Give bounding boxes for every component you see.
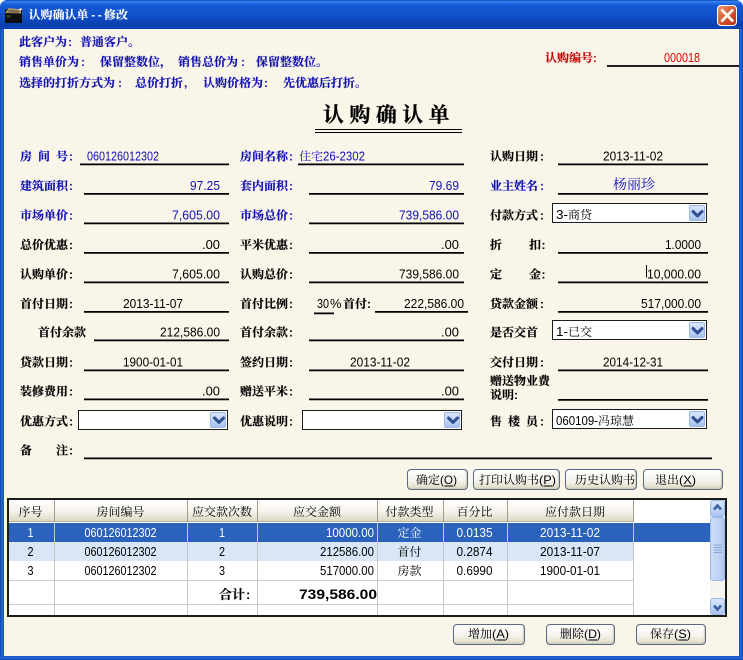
svg-text:1: 1 (219, 525, 225, 540)
svg-text:10000.00: 10000.00 (326, 525, 374, 540)
svg-text::: : (540, 415, 544, 429)
svg-text:(A): (A) (492, 627, 509, 641)
svg-text:2: 2 (219, 544, 225, 559)
svg-text:97.25: 97.25 (190, 178, 220, 193)
svg-text:060126012302: 060126012302 (87, 149, 159, 164)
svg-text:1900-01-01: 1900-01-01 (123, 355, 183, 370)
svg-text:2013-11-07: 2013-11-07 (123, 296, 183, 311)
svg-text:060126012302: 060126012302 (85, 544, 157, 559)
svg-text::: : (289, 209, 293, 223)
svg-text::: : (69, 209, 73, 223)
svg-text::: : (69, 415, 73, 429)
svg-text::: : (289, 415, 293, 429)
svg-text::: : (289, 268, 293, 282)
svg-text::: : (264, 76, 268, 90)
svg-text:3: 3 (219, 563, 225, 578)
svg-text:79.69: 79.69 (429, 178, 459, 193)
svg-text:--: -- (90, 9, 103, 23)
svg-text::: : (289, 356, 293, 370)
svg-text:2013-11-02: 2013-11-02 (350, 355, 410, 370)
svg-text::: : (367, 297, 371, 311)
svg-text:517000.00: 517000.00 (320, 563, 374, 578)
svg-text::: : (69, 356, 73, 370)
svg-text:739,586.00: 739,586.00 (399, 208, 459, 223)
svg-text:.00: .00 (202, 384, 220, 399)
svg-text:739,586.00: 739,586.00 (299, 586, 377, 602)
svg-text::: : (593, 51, 597, 65)
svg-text::: : (540, 297, 544, 311)
svg-text:30: 30 (317, 296, 329, 311)
svg-text:7,605.00: 7,605.00 (172, 208, 220, 223)
svg-text:222,586.00: 222,586.00 (404, 296, 464, 311)
svg-text:1.0000: 1.0000 (665, 237, 701, 252)
svg-text::: : (69, 297, 73, 311)
svg-text::: : (69, 385, 73, 399)
svg-text::: : (69, 179, 73, 193)
svg-text:1: 1 (28, 525, 34, 540)
svg-text:212,586.00: 212,586.00 (160, 325, 220, 340)
svg-text:%: % (330, 296, 342, 311)
svg-text:(S): (S) (674, 627, 691, 641)
svg-text:(D): (D) (584, 627, 601, 641)
svg-text:212586.00: 212586.00 (320, 544, 374, 559)
svg-text:1900-01-01: 1900-01-01 (540, 563, 600, 578)
svg-text::: : (81, 55, 85, 69)
svg-text:1-: 1- (556, 324, 568, 339)
svg-text::: : (540, 209, 544, 223)
svg-text::: : (542, 238, 546, 252)
svg-text:517,000.00: 517,000.00 (641, 296, 701, 311)
svg-text:060126012302: 060126012302 (85, 563, 157, 578)
svg-text:0.6990: 0.6990 (457, 563, 493, 578)
svg-text:2013-11-02: 2013-11-02 (540, 525, 600, 540)
svg-text:26-2302: 26-2302 (323, 149, 365, 164)
svg-text::: : (289, 297, 293, 311)
svg-text:(P): (P) (539, 473, 556, 487)
svg-text::: : (540, 150, 544, 164)
svg-text::: : (289, 385, 293, 399)
svg-text:3: 3 (28, 563, 34, 578)
svg-text:060126012302: 060126012302 (85, 525, 157, 540)
svg-text::: : (542, 268, 546, 282)
svg-text:(O): (O) (440, 473, 457, 487)
svg-text::: : (289, 150, 293, 164)
svg-text::: : (68, 35, 72, 49)
svg-text:2013-11-07: 2013-11-07 (540, 544, 600, 559)
svg-text:.00: .00 (441, 384, 459, 399)
svg-text::: : (289, 326, 293, 340)
svg-text:060109-: 060109- (556, 413, 598, 428)
svg-text:7,605.00: 7,605.00 (172, 267, 220, 282)
svg-text::: : (289, 238, 293, 252)
svg-text::: : (69, 444, 73, 458)
svg-text::: : (69, 150, 73, 164)
svg-text::: : (241, 55, 245, 69)
svg-text::: : (289, 179, 293, 193)
svg-text:,: , (184, 76, 187, 90)
svg-text::: : (69, 268, 73, 282)
svg-text::: : (514, 388, 518, 402)
svg-text::: : (118, 76, 122, 90)
svg-text::: : (69, 238, 73, 252)
svg-text:0.2874: 0.2874 (457, 544, 493, 559)
svg-text:000018: 000018 (664, 50, 700, 65)
svg-text:10,000.00: 10,000.00 (647, 267, 701, 282)
svg-text:.00: .00 (441, 237, 459, 252)
svg-text:2014-12-31: 2014-12-31 (603, 355, 663, 370)
svg-text:0.0135: 0.0135 (457, 525, 493, 540)
svg-text:3-: 3- (556, 207, 568, 222)
svg-text:.00: .00 (202, 237, 220, 252)
svg-text::: : (246, 587, 250, 602)
svg-text:(X): (X) (679, 473, 696, 487)
svg-text::: : (540, 356, 544, 370)
svg-text:2013-11-02: 2013-11-02 (603, 149, 663, 164)
svg-text:739,586.00: 739,586.00 (399, 267, 459, 282)
svg-text::: : (540, 179, 544, 193)
svg-text:2: 2 (28, 544, 34, 559)
svg-text:.00: .00 (441, 325, 459, 340)
